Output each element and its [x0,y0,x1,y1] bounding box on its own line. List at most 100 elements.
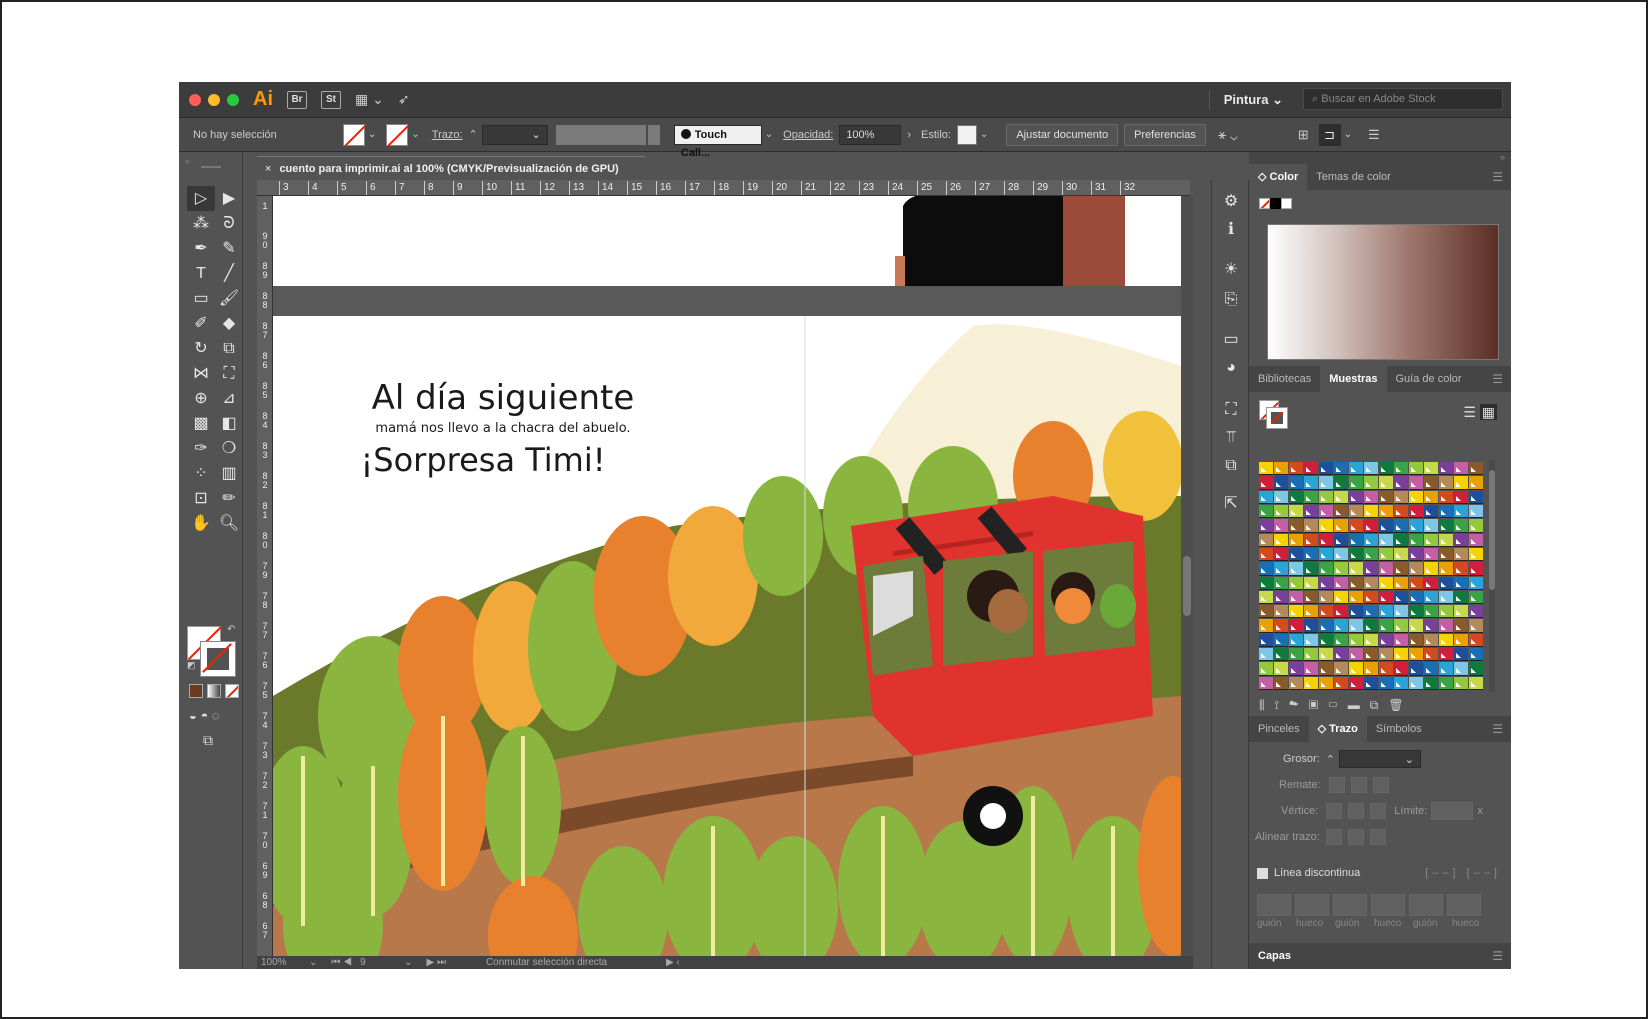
color-swatch[interactable] [1454,619,1468,633]
color-swatch[interactable] [1349,676,1363,690]
color-swatch[interactable] [1289,648,1303,662]
color-swatch[interactable] [1349,633,1363,648]
color-swatch[interactable] [1379,576,1393,590]
color-swatch[interactable] [1349,547,1363,562]
dashed-line-checkbox[interactable] [1257,867,1268,879]
color-swatch[interactable] [1454,676,1468,690]
color-swatch[interactable] [1409,519,1423,533]
stock-search-input[interactable]: ⌕ Buscar en Adobe Stock [1303,88,1503,110]
align-icon[interactable]: ⊞ [1298,127,1309,143]
color-swatch[interactable] [1394,576,1408,590]
pathfinder-icon[interactable]: ⧉ [1221,456,1241,476]
color-swatch[interactable] [1424,590,1438,605]
gap-input[interactable] [1371,894,1405,916]
default-fill-stroke-icon[interactable]: ◩ [187,660,196,671]
color-swatch[interactable] [1424,476,1438,490]
chevron-down-icon[interactable]: ⌄ [368,129,376,140]
gap-input[interactable] [1295,894,1329,916]
color-swatch[interactable] [1439,676,1453,690]
color-swatch[interactable] [1409,662,1423,676]
round-join-button[interactable] [1348,803,1365,819]
color-swatch[interactable] [1364,619,1378,633]
collapse-icon[interactable]: « [185,156,190,166]
color-swatch[interactable] [1364,562,1378,576]
paintbrush-tool-icon[interactable]: 🖌 [215,286,243,311]
color-swatch[interactable] [1439,547,1453,562]
color-swatch[interactable] [1364,590,1378,605]
dash-input[interactable] [1409,894,1443,916]
color-swatch[interactable] [1259,662,1273,676]
color-swatch[interactable] [1409,533,1423,547]
color-swatch[interactable] [1469,533,1483,547]
color-swatch[interactable] [1319,504,1333,519]
color-swatch[interactable] [1289,533,1303,547]
color-swatch[interactable] [1304,533,1318,547]
color-swatch[interactable] [1439,476,1453,490]
color-swatch[interactable] [1364,576,1378,590]
color-swatch[interactable] [1454,633,1468,648]
color-swatch[interactable] [1274,633,1288,648]
opacity-field[interactable]: 100% [839,124,902,145]
panel-menu-icon[interactable]: ☰ [1492,164,1503,190]
color-swatch[interactable] [1424,676,1438,690]
color-swatch[interactable] [1364,633,1378,648]
color-swatch[interactable] [1304,676,1318,690]
tab-symbols[interactable]: Símbolos [1367,716,1431,742]
align-inside-button[interactable] [1347,829,1364,845]
color-swatch[interactable] [1379,619,1393,633]
color-swatch[interactable] [1409,576,1423,590]
transform-panel-icon[interactable]: ⛶ [1221,400,1241,420]
tab-brushes[interactable]: Pinceles [1249,716,1309,742]
color-swatch[interactable] [1274,576,1288,590]
graphic-style-swatch[interactable] [956,124,977,145]
color-swatch[interactable] [1334,519,1348,533]
color-swatch[interactable] [1349,533,1363,547]
stroke-weight-field[interactable]: ⌄ [481,124,548,145]
color-swatch[interactable] [1334,648,1348,662]
gradient-tool-icon[interactable]: ◧ [215,411,243,436]
color-swatch[interactable] [1319,519,1333,533]
screen-mode-icon[interactable]: ⧉ [203,732,213,749]
color-swatch[interactable] [1289,476,1303,490]
color-swatch[interactable] [1334,576,1348,590]
color-swatch[interactable] [1439,562,1453,576]
tab-swatches[interactable]: Muestras [1320,366,1387,392]
color-swatch[interactable] [1469,576,1483,590]
round-cap-button[interactable] [1350,777,1367,793]
color-swatch[interactable] [1454,576,1468,590]
color-swatch[interactable] [1439,576,1453,590]
scrollbar-thumb[interactable] [1183,556,1191,616]
tab-stroke[interactable]: ◇ Trazo [1308,716,1367,742]
color-swatch[interactable] [1349,562,1363,576]
color-swatch[interactable] [1274,504,1288,519]
color-swatch[interactable] [1394,619,1408,633]
color-swatch[interactable] [1349,476,1363,490]
panel-menu-icon[interactable]: ☰ [1492,366,1503,392]
type-tool-icon[interactable]: T [187,261,215,286]
color-swatch[interactable] [1439,662,1453,676]
color-swatch[interactable] [1394,662,1408,676]
color-swatch[interactable] [1319,462,1333,476]
butt-cap-button[interactable] [1328,777,1345,793]
color-swatch[interactable] [1289,605,1303,619]
color-swatch[interactable] [1259,547,1273,562]
color-swatch[interactable] [1379,462,1393,476]
vertical-ruler[interactable]: 1 9 0 8 9 8 8 8 7 8 6 8 5 8 4 8 3 8 2 8 1 8 0 7 9 7 8… [257,196,273,956]
color-swatch[interactable] [1454,462,1468,476]
color-swatch[interactable] [1319,576,1333,590]
curvature-tool-icon[interactable]: ✎ [215,236,243,261]
color-swatch[interactable] [1349,490,1363,504]
color-swatch[interactable] [1289,590,1303,605]
bevel-join-button[interactable] [1370,803,1387,819]
color-swatch[interactable] [1424,533,1438,547]
panel-menu-icon[interactable]: ☰ [1368,127,1380,143]
color-swatch[interactable] [1469,562,1483,576]
color-swatch[interactable] [1289,662,1303,676]
horizontal-ruler[interactable]: 3 4 5 6 7 8 9 10 11 12 13 14 15 16 17 18 19 20 21 22 23 24 25 2… [257,180,1190,196]
color-swatch[interactable] [1379,519,1393,533]
color-swatch[interactable] [1469,504,1483,519]
workspace-switcher[interactable]: Pintura ⌄ [1208,90,1283,110]
export-asset-icon[interactable]: ⎘ [1221,290,1241,310]
info-icon[interactable]: ℹ [1221,220,1241,240]
draw-mode-icon[interactable]: ◒ ◓ ◌ [189,708,220,723]
